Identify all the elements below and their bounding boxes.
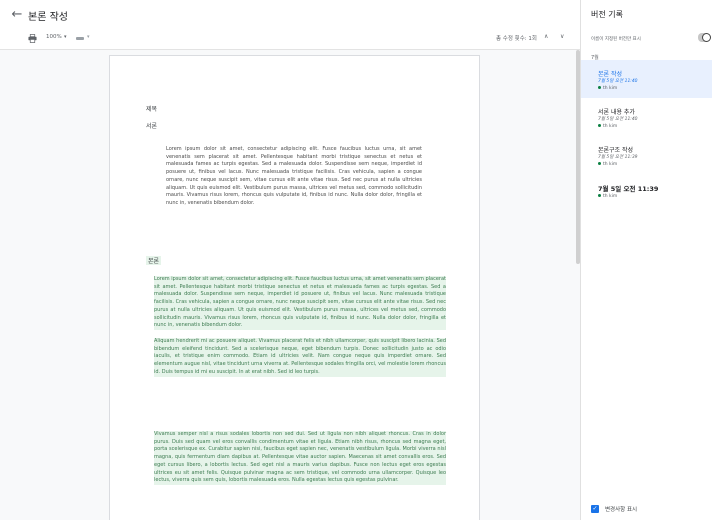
- author-name: th kim: [603, 162, 618, 167]
- top-bar: ← 본론 작성: [0, 0, 580, 28]
- author-color-dot: [598, 194, 601, 197]
- author-color-dot: [598, 162, 601, 165]
- body-paragraph-2: Aliquam hendrerit mi ac posuere aliquet.…: [154, 338, 446, 377]
- show-changes-checkbox[interactable]: ✓: [591, 505, 599, 513]
- version-name: 7월 5일 오전 11:39: [598, 185, 659, 193]
- version-author: th kim: [598, 86, 617, 91]
- document-canvas: 제목 서론 Lorem ipsum dolor sit amet, consec…: [0, 50, 580, 520]
- version-name: 본론 작성: [598, 71, 622, 78]
- toggle-knob: [702, 33, 711, 42]
- version-time: 7월 5일 오전 11:40: [598, 79, 638, 84]
- arrow-left-icon[interactable]: ←: [10, 7, 24, 22]
- version-author: th kim: [598, 162, 617, 167]
- author-name: th kim: [603, 194, 618, 199]
- zoom-select[interactable]: 100%: [46, 34, 62, 40]
- previous-change-button[interactable]: ∧: [544, 33, 548, 40]
- show-changes-option[interactable]: ✓ 변경사항 표시: [591, 504, 637, 514]
- version-item[interactable]: 서론 내용 추가 7월 5일 오전 11:40 th kim: [581, 98, 712, 136]
- panel-title: 버전 기록: [591, 10, 623, 19]
- text-style-icon[interactable]: [76, 37, 84, 40]
- version-author: th kim: [598, 124, 617, 129]
- edit-count: 총 수정 횟수: 1회: [496, 36, 537, 42]
- body-paragraph-3: Vivamus semper nisl a risus sodales lobo…: [154, 431, 446, 485]
- author-color-dot: [598, 124, 601, 127]
- version-list: 본론 작성 7월 5일 오전 11:40 th kim 서론 내용 추가 7월 …: [581, 60, 712, 212]
- next-change-button[interactable]: ∨: [560, 33, 564, 40]
- author-name: th kim: [603, 86, 618, 91]
- named-versions-toggle[interactable]: [698, 33, 711, 42]
- author-color-dot: [598, 86, 601, 89]
- version-time: 7월 5일 오전 11:40: [598, 117, 638, 122]
- title-heading: 제목: [146, 106, 158, 113]
- version-time: 7월 5일 오전 11:39: [598, 155, 638, 160]
- document-page: 제목 서론 Lorem ipsum dolor sit amet, consec…: [109, 55, 480, 520]
- toolbar: 100% ▾ ▾ 총 수정 횟수: 1회 ∧ ∨: [0, 28, 580, 50]
- page-title: 본론 작성: [28, 12, 68, 23]
- version-name: 본론구조 작성: [598, 147, 634, 154]
- named-versions-label: 이름이 지정된 버전만 표시: [591, 37, 641, 42]
- body-heading: 본론: [146, 256, 162, 265]
- version-author: th kim: [598, 194, 617, 199]
- intro-paragraph: Lorem ipsum dolor sit amet, consectetur …: [166, 146, 422, 206]
- body-paragraph-1: Lorem ipsum dolor sit amet, consectetur …: [154, 276, 446, 330]
- intro-heading: 서론: [146, 123, 158, 130]
- author-name: th kim: [603, 124, 618, 129]
- version-name: 서론 내용 추가: [598, 109, 635, 116]
- show-changes-label: 변경사항 표시: [605, 507, 638, 513]
- chevron-down-icon[interactable]: ▾: [64, 34, 67, 40]
- version-history-panel: 버전 기록 이름이 지정된 버전만 표시 7월 본론 작성 7월 5일 오전 1…: [581, 0, 712, 520]
- version-item[interactable]: 7월 5일 오전 11:39 th kim: [581, 174, 712, 212]
- version-item[interactable]: 본론 작성 7월 5일 오전 11:40 th kim: [581, 60, 712, 98]
- version-item[interactable]: 본론구조 작성 7월 5일 오전 11:39 th kim: [581, 136, 712, 174]
- chevron-down-icon[interactable]: ▾: [87, 34, 90, 40]
- print-icon[interactable]: [28, 34, 37, 43]
